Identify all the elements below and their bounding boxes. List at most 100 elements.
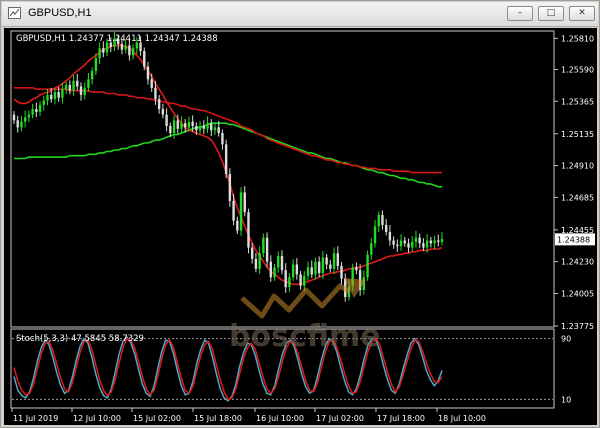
candle-body [206, 123, 209, 129]
candle-body [262, 237, 265, 254]
stoch-tick-label: 90 [561, 335, 571, 344]
stoch-header: Stoch(5,3,3) 47.5845 58.7329 [16, 334, 144, 344]
chart-svg[interactable]: 1.25810 1.25590 1.25365 1.25135 1.24910 1.246… [4, 28, 597, 425]
candles-layer [12, 32, 444, 302]
candle-body [321, 257, 325, 273]
price-tick-label: 1.24230 [561, 258, 594, 267]
candle-body [124, 45, 127, 50]
candle-body [373, 226, 377, 244]
candle-body [277, 256, 280, 268]
candle-body [90, 70, 94, 80]
current-price-label: 1.24388 [557, 235, 590, 244]
candle-body [429, 240, 433, 244]
candle-body [433, 240, 436, 244]
candle-body [314, 261, 317, 275]
candle-body [243, 192, 246, 213]
candle-body [146, 66, 150, 80]
candle-body [340, 265, 343, 279]
window-title: GBPUSD,H1 [28, 7, 92, 19]
candle-body [325, 257, 328, 265]
candle-body [440, 239, 444, 242]
candle-body [35, 109, 38, 112]
candle-body [422, 243, 425, 248]
restore-button[interactable]: □ [538, 6, 564, 21]
candle-body [370, 243, 373, 255]
watermark-logo: boscfime [229, 278, 381, 354]
candle-body [202, 125, 206, 129]
close-button[interactable]: ✕ [569, 6, 595, 21]
price-tick-label: 1.24910 [561, 162, 594, 171]
candle-body [169, 125, 172, 134]
minimize-button[interactable]: – [507, 6, 533, 21]
candle-body [79, 86, 83, 95]
candle-body [392, 240, 395, 245]
candle-body [247, 212, 250, 248]
candle-body [20, 121, 23, 128]
candle-body [53, 92, 57, 100]
time-tick-label: 11 Jul 2019 [13, 414, 58, 423]
candle-body [232, 200, 235, 221]
candle-body [269, 261, 272, 278]
time-axis: 11 Jul 2019 12 Jul 10:00 15 Jul 02:00 15 Ju… [11, 408, 486, 423]
candle-body [61, 89, 64, 98]
candle-body [172, 120, 176, 134]
candle-body [388, 232, 392, 241]
candle-body [332, 253, 336, 269]
candle-body [42, 100, 45, 105]
candle-body [38, 104, 42, 112]
candle-body [83, 87, 86, 95]
candle-body [165, 114, 168, 126]
candle-body [384, 224, 388, 233]
time-tick-label: 17 Jul 18:00 [377, 414, 425, 423]
candle-body [425, 240, 429, 248]
candle-body [46, 94, 49, 101]
candle-body [72, 80, 75, 91]
window-titlebar[interactable]: GBPUSD,H1 – □ ✕ [2, 2, 598, 27]
price-tick-label: 1.25810 [561, 34, 594, 43]
candle-body [150, 79, 153, 88]
candle-body [68, 85, 72, 91]
candle-body [317, 261, 321, 273]
candle-body [217, 127, 220, 134]
candle-body [299, 274, 302, 286]
candle-body [157, 99, 161, 110]
candle-body [27, 114, 31, 118]
time-tick-label: 15 Jul 02:00 [133, 414, 181, 423]
candle-body [381, 215, 384, 225]
candle-body [184, 123, 187, 128]
chart-window-icon [8, 7, 21, 19]
candle-body [87, 79, 90, 88]
candle-body [187, 121, 191, 128]
candle-body [120, 44, 124, 50]
candle-body [94, 58, 98, 71]
candle-body [355, 267, 358, 271]
candle-body [396, 244, 399, 247]
ohlc-header: GBPUSD,H1 1.24377 1.24411 1.24347 1.2438… [16, 34, 218, 44]
candle-body [228, 174, 232, 201]
ma-mid-line [14, 86, 442, 174]
price-tick-label: 1.24005 [561, 289, 594, 298]
chart-canvas[interactable]: 1.25810 1.25590 1.25365 1.25135 1.24910 1.246… [4, 28, 597, 425]
candle-body [403, 240, 406, 244]
candle-body [102, 48, 105, 53]
candle-body [143, 51, 146, 67]
time-tick-label: 15 Jul 18:00 [194, 414, 242, 423]
time-tick-label: 17 Jul 02:00 [316, 414, 364, 423]
candle-body [23, 117, 27, 122]
price-tick-label: 1.25365 [561, 97, 594, 106]
candle-body [273, 267, 276, 278]
candle-body [418, 237, 421, 244]
candle-body [407, 243, 410, 248]
candle-body [288, 277, 291, 288]
stoch-tick-label: 10 [561, 395, 571, 404]
candle-body [16, 120, 19, 128]
candle-body [411, 241, 414, 248]
candle-body [295, 264, 299, 275]
price-tick-label: 1.24685 [561, 193, 594, 202]
candle-body [154, 87, 157, 100]
candle-body [176, 120, 179, 129]
candle-body [50, 94, 53, 100]
time-tick-label: 12 Jul 10:00 [73, 414, 121, 423]
candle-body [161, 109, 165, 115]
candle-body [291, 264, 295, 278]
